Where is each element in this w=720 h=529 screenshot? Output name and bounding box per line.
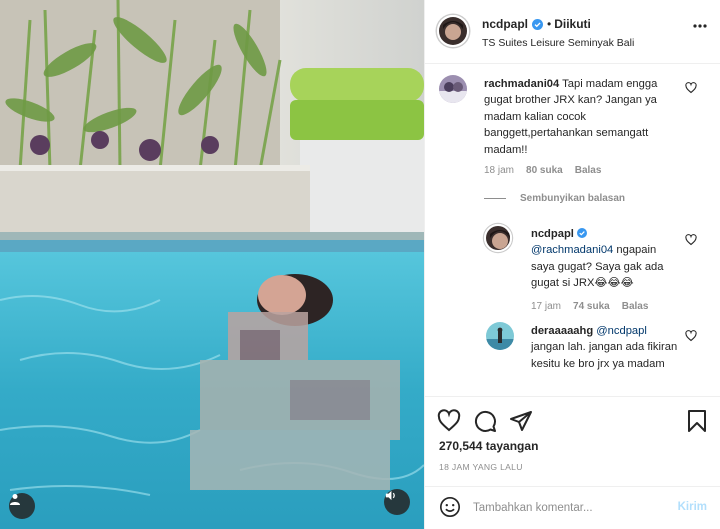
reply-button[interactable]: Balas <box>575 165 602 176</box>
verified-badge-icon <box>577 228 587 238</box>
avatar-image <box>439 75 467 103</box>
video-frame <box>0 0 424 529</box>
comment-time[interactable]: 18 jam <box>484 165 514 176</box>
reply-body: jangan lah. jangan ada fikiran kesitu ke… <box>531 341 678 370</box>
author-username[interactable]: ncdpapl <box>482 17 528 31</box>
avatar-image <box>486 226 510 250</box>
post-author-line: ncdpapl • Diikuti <box>482 17 591 31</box>
reply-username[interactable]: ncdpapl <box>531 228 574 240</box>
more-options-icon[interactable] <box>693 24 707 28</box>
emoji-icon[interactable] <box>439 496 461 518</box>
action-bar: 270,544 tayangan 18 JAM YANG LALU <box>425 396 720 486</box>
verified-badge-icon <box>532 18 544 30</box>
reply-text: deraaaaahg @ncdpapl jangan lah. jangan a… <box>531 323 681 372</box>
heart-icon[interactable] <box>685 82 697 94</box>
reply-likes[interactable]: 74 suka <box>573 301 610 312</box>
post-comment-button[interactable]: Kirim <box>678 501 707 513</box>
avatar[interactable] <box>484 224 512 252</box>
avatar-image <box>439 17 467 45</box>
separator-dot: • <box>547 17 552 31</box>
post-side-panel: ncdpapl • Diikuti TS Suites Leisure Semi… <box>424 0 720 529</box>
comment-meta: 18 jam 80 suka Balas <box>484 165 601 176</box>
reply-meta: 17 jam 74 suka Balas <box>531 301 648 312</box>
avatar[interactable] <box>437 15 469 47</box>
share-icon[interactable] <box>509 409 533 433</box>
comment-list: rachmadani04 Tapi madam engga gugat brot… <box>425 65 720 396</box>
follow-button[interactable]: Diikuti <box>554 17 591 31</box>
avatar[interactable] <box>439 75 467 103</box>
post-timestamp[interactable]: 18 JAM YANG LALU <box>439 462 523 472</box>
location-link[interactable]: TS Suites Leisure Seminyak Bali <box>482 37 634 49</box>
user-tag-icon <box>10 494 20 505</box>
sound-toggle-button[interactable] <box>384 489 410 515</box>
comment-likes[interactable]: 80 suka <box>526 165 563 176</box>
heart-icon[interactable] <box>437 409 461 433</box>
avatar[interactable] <box>486 322 514 350</box>
comment-icon[interactable] <box>473 409 497 433</box>
user-tag-button[interactable] <box>9 493 35 519</box>
sound-icon <box>385 490 395 501</box>
post-media[interactable] <box>0 0 424 529</box>
comment-text: rachmadani04 Tapi madam engga gugat brot… <box>484 76 684 158</box>
comment-username[interactable]: rachmadani04 <box>484 78 559 90</box>
view-count[interactable]: 270,544 tayangan <box>439 439 538 453</box>
hide-replies-label: Sembunyikan balasan <box>520 193 626 204</box>
reply-time[interactable]: 17 jam <box>531 301 561 312</box>
post-header: ncdpapl • Diikuti TS Suites Leisure Semi… <box>425 0 720 64</box>
heart-icon[interactable] <box>685 234 697 246</box>
comment-composer: Kirim <box>425 486 720 529</box>
hide-replies-button[interactable]: Sembunyikan balasan <box>484 193 625 204</box>
heart-icon[interactable] <box>685 330 697 342</box>
reply-username[interactable]: deraaaaahg <box>531 325 593 337</box>
comment-input[interactable] <box>473 497 663 519</box>
reply-text: ncdpapl @rachmadani04 ngapain saya gugat… <box>531 226 681 292</box>
bookmark-icon[interactable] <box>685 409 709 433</box>
avatar-image <box>486 322 514 350</box>
reply-mention[interactable]: @ncdpapl <box>596 325 647 337</box>
reply-button[interactable]: Balas <box>622 301 649 312</box>
divider <box>484 198 506 199</box>
reply-mention[interactable]: @rachmadani04 <box>531 244 613 256</box>
